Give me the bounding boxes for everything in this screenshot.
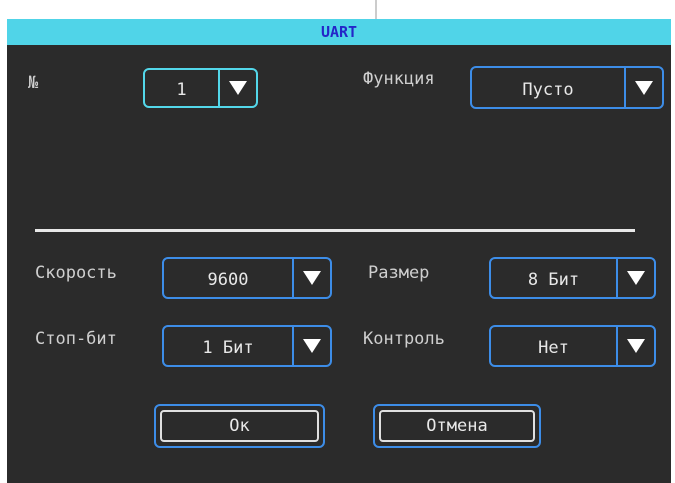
screen: UART № 1 Функция Пусто Скорость 9600 Раз… bbox=[0, 0, 675, 483]
function-select[interactable]: Пусто bbox=[470, 66, 664, 109]
chevron-down-icon bbox=[627, 271, 645, 285]
speed-label: Скорость bbox=[35, 263, 117, 283]
speed-value: 9600 bbox=[207, 270, 249, 290]
function-value: Пусто bbox=[522, 79, 574, 100]
control-value: Нет bbox=[538, 338, 569, 358]
number-dropdown-button[interactable] bbox=[218, 70, 256, 106]
ok-button[interactable]: Ок bbox=[154, 404, 325, 448]
size-dropdown-button[interactable] bbox=[616, 259, 654, 297]
chevron-down-icon bbox=[303, 271, 321, 285]
stop-bits-select[interactable]: 1 Бит bbox=[162, 325, 332, 367]
number-select[interactable]: 1 bbox=[143, 68, 258, 108]
control-dropdown-button[interactable] bbox=[616, 327, 654, 365]
chevron-down-icon bbox=[635, 80, 653, 95]
function-label: Функция bbox=[363, 69, 435, 89]
function-dropdown-button[interactable] bbox=[624, 68, 662, 107]
stop-bits-dropdown-button[interactable] bbox=[292, 327, 330, 365]
speed-select[interactable]: 9600 bbox=[162, 257, 332, 299]
dialog-title: UART bbox=[7, 19, 671, 45]
control-label: Контроль bbox=[363, 329, 445, 349]
control-select[interactable]: Нет bbox=[489, 325, 656, 367]
number-value: 1 bbox=[176, 80, 187, 100]
chevron-down-icon bbox=[229, 81, 247, 95]
chevron-down-icon bbox=[627, 339, 645, 353]
stop-bits-value: 1 Бит bbox=[202, 338, 254, 358]
size-value: 8 Бит bbox=[527, 270, 580, 290]
cancel-button[interactable]: Отмена bbox=[373, 404, 541, 448]
uart-dialog: UART № 1 Функция Пусто Скорость 9600 Раз… bbox=[7, 19, 671, 483]
number-label: № bbox=[28, 73, 39, 93]
chevron-down-icon bbox=[303, 339, 321, 353]
size-label: Размер bbox=[368, 263, 430, 283]
cancel-button-label: Отмена bbox=[379, 410, 535, 442]
stop-bits-label: Стоп-бит bbox=[35, 329, 117, 349]
speed-dropdown-button[interactable] bbox=[292, 259, 330, 297]
ok-button-label: Ок bbox=[160, 410, 319, 442]
size-select[interactable]: 8 Бит bbox=[489, 257, 656, 299]
top-edge-line bbox=[375, 0, 377, 19]
divider bbox=[35, 229, 635, 232]
